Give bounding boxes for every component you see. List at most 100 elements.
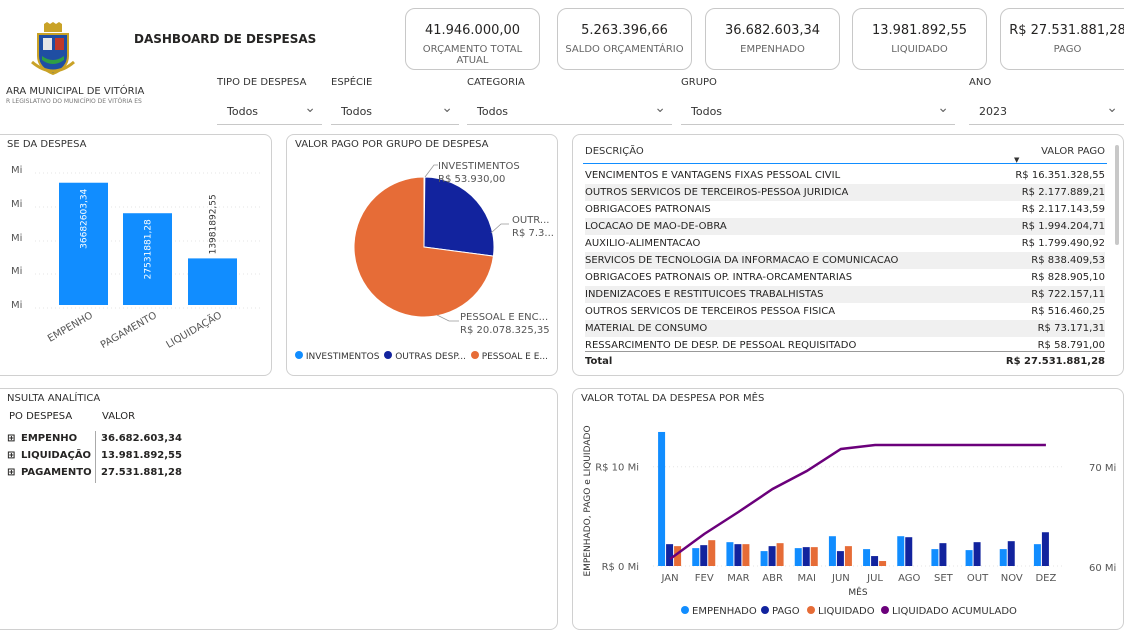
bar-pago[interactable] [666,544,674,566]
legend-item[interactable]: LIQUIDADO [818,606,875,617]
bar-liquidado[interactable] [742,544,750,566]
bar-pago[interactable] [1041,532,1049,566]
table-row[interactable]: LOCACAO DE MAO-DE-OBRA R$ 1.994.204,71 [585,218,1105,235]
legend-item[interactable]: LIQUIDADO ACUMULADO [892,606,1017,617]
bar-pago[interactable] [768,546,776,566]
bar-empenhado[interactable] [897,536,905,566]
x-tick-label: NOV [1001,573,1023,584]
table-row[interactable]: SERVICOS DE TECNOLOGIA DA INFORMACAO E C… [585,252,1105,269]
bar-empenhado[interactable] [999,549,1007,566]
legend-item[interactable]: PAGO [772,606,800,617]
bar-pago[interactable] [700,545,708,566]
pie-label-name: INVESTIMENTOS [438,161,520,172]
table-row[interactable]: VENCIMENTOS E VANTAGENS FIXAS PESSOAL CI… [585,167,1105,184]
table-cell-value: R$ 2.117.143,59 [1021,204,1105,215]
bar-pago[interactable] [802,547,810,566]
consulta-row[interactable]: ⊞ EMPENHO 36.682.603,34 [7,433,187,444]
legend-item[interactable]: OUTRAS DESP... [395,352,466,362]
kpi-empenhado-card: 36.682.603,34 EMPENHADO [705,8,840,70]
bar-liquidado[interactable] [844,546,852,566]
table-header-divider [583,163,1107,164]
pie-slice-1[interactable] [423,176,495,257]
line-liquidado-acumulado[interactable] [669,443,1046,561]
table-row[interactable]: OBRIGACOES PATRONAIS OP. INTRA-ORCAMENTA… [585,269,1105,286]
pie-chart-panel: VALOR PAGO POR GRUPO DE DESPESA INVESTIM… [286,134,558,376]
chevron-down-icon: ⌄ [304,100,316,116]
consulta-row[interactable]: ⊞ LIQUIDAÇÃO 13.981.892,55 [7,450,187,461]
bar-pago[interactable] [939,543,947,566]
x-tick-label: JUL [866,573,883,584]
table-row[interactable]: AUXILIO-ALIMENTACAO R$ 1.799.490,92 [585,235,1105,252]
bar-pago[interactable] [905,537,913,566]
legend-item[interactable]: INVESTIMENTOS [306,352,380,362]
bar-pago[interactable] [1007,541,1015,566]
kpi-orcamento-card: 41.946.000,00 ORÇAMENTO TOTAL ATUAL [405,8,540,70]
bar-empenhado[interactable] [794,548,802,566]
bar-pago[interactable] [734,544,742,566]
filter-categoria-dropdown[interactable]: Todos ⌄ [467,98,672,125]
bar-empenhado[interactable] [828,536,836,566]
chevron-down-icon: ⌄ [1106,100,1118,116]
table-cell-desc: MATERIAL DE CONSUMO [585,323,708,334]
chevron-down-icon: ⌄ [654,100,666,116]
bar-liquidado[interactable] [708,540,716,566]
bar-liquidado[interactable] [810,547,818,566]
table-header-value[interactable]: VALOR PAGO [1041,146,1105,157]
monthly-combo-chart: R$ 0 Mi R$ 10 Mi 60 Mi 70 Mi EMPENHADO, PAGO… [583,425,1116,617]
leader-line [436,314,459,322]
consulta-row-name: LIQUIDAÇÃO [21,450,92,461]
leader-line [424,164,438,178]
filter-ano-label: ANO [969,77,992,88]
filter-especie-dropdown[interactable]: Todos ⌄ [331,98,459,125]
x-tick-label: JUN [831,573,850,584]
table-row[interactable]: MATERIAL DE CONSUMO R$ 73.171,31 [585,320,1105,337]
legend-item[interactable]: EMPENHADO [692,606,757,617]
consulta-row-value: 13.981.892,55 [101,450,182,461]
legend-dot-icon [470,351,479,359]
consulta-row[interactable]: ⊞ PAGAMENTO 27.531.881,28 [7,467,187,478]
pie-label-name: OUTR... [512,215,550,226]
bar-empenhado[interactable] [863,549,871,566]
kpi-value: R$ 27.531.881,28 [1009,23,1124,38]
bar-liquidado[interactable] [776,543,784,566]
table-cell-value: R$ 73.171,31 [1037,323,1105,334]
filter-tipo-dropdown[interactable]: Todos ⌄ [217,98,322,125]
kpi-saldo-card: 5.263.396,66 SALDO ORÇAMENTÁRIO [557,8,692,70]
table-row[interactable]: INDENIZACOES E RESTITUICOES TRABALHISTAS… [585,286,1105,303]
kpi-value: 5.263.396,66 [581,23,668,38]
filter-grupo-dropdown[interactable]: Todos ⌄ [681,98,955,125]
legend-item[interactable]: PESSOAL E E... [482,352,548,362]
bar-empenhado[interactable] [965,550,973,566]
y2-tick-label: 60 Mi [1089,563,1116,574]
org-name: ARA MUNICIPAL DE VITÓRIA [6,86,145,97]
bar-2[interactable] [188,258,237,305]
expand-icon[interactable]: ⊞ [7,433,15,444]
table-header-desc[interactable]: DESCRIÇÃO [585,146,644,157]
table-cell-desc: OBRIGACOES PATRONAIS [585,204,711,215]
bar-empenhado[interactable] [726,542,734,566]
bar-empenhado[interactable] [692,548,700,566]
bar-liquidado[interactable] [879,561,887,566]
table-row[interactable]: OUTROS SERVICOS DE TERCEIROS-PESSOA JURI… [585,184,1105,201]
x-tick-label: ABR [762,573,783,584]
filter-ano-dropdown[interactable]: 2023 ⌄ [969,98,1124,125]
table-row[interactable]: OBRIGACOES PATRONAIS R$ 2.117.143,59 [585,201,1105,218]
table-row[interactable]: OUTROS SERVICOS DE TERCEIROS PESSOA FISI… [585,303,1105,320]
bar-pago[interactable] [836,551,844,566]
expand-icon[interactable]: ⊞ [7,467,15,478]
kpi-label: PAGO [1053,44,1082,55]
bar-empenhado[interactable] [760,551,768,566]
consulta-col-header: VALOR [102,411,136,422]
bar-pago[interactable] [973,542,981,566]
bar-empenhado[interactable] [931,549,939,566]
bar-empenhado[interactable] [658,431,666,566]
phase-bar-chart: 36682603,34 EMPENHO 27531881,28 PAGAMENTO 13… [35,172,263,351]
kpi-label: SALDO ORÇAMENTÁRIO [565,44,684,55]
expand-icon[interactable]: ⊞ [7,450,15,461]
pie-label-name: PESSOAL E ENC... [460,312,549,323]
table-scrollbar[interactable] [1115,145,1119,245]
bar-empenhado[interactable] [1033,544,1041,566]
bar-pago[interactable] [871,556,879,566]
consulta-row-name: PAGAMENTO [21,467,92,478]
table-cell-value: R$ 2.177.889,21 [1021,187,1105,198]
